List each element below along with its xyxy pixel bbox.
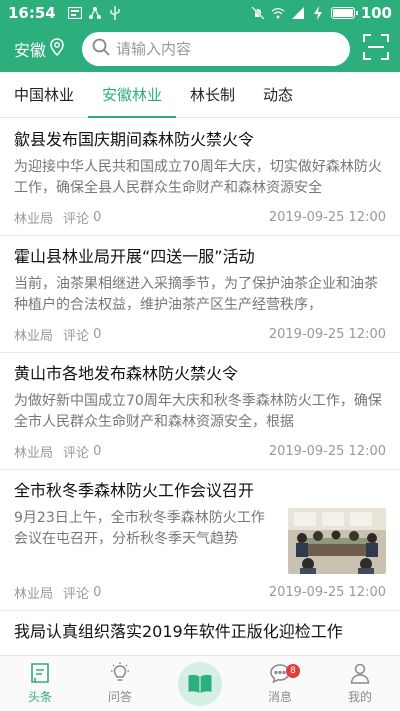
article-item[interactable]: 黄山市各地发布森林防火禁火令 为做好新中国成立70周年大庆和秋冬季森林防火工作，… [0, 353, 400, 470]
nav-label: 问答 [107, 690, 132, 704]
category-tabs: 中国林业 安徽林业 林长制 动态 [0, 72, 400, 118]
comment-count: 0 [93, 209, 102, 225]
book-icon [178, 661, 222, 706]
article-source: 林业局 [14, 328, 54, 344]
nav-messages[interactable]: 8 消息 [240, 656, 320, 711]
location-selector[interactable]: 安徽 [14, 37, 76, 61]
article-source: 林业局 [14, 586, 54, 602]
comment-count: 0 [93, 584, 102, 600]
tab-label: 中国林业 [14, 86, 75, 104]
nav-label: 消息 [267, 690, 292, 704]
unread-badge: 8 [286, 664, 300, 678]
status-bar: 16:54 100 [0, 0, 400, 26]
tab-news[interactable]: 动态 [249, 72, 307, 117]
article-time: 2019-09-25 12:00 [268, 326, 386, 342]
comment-label: 评论 [63, 328, 90, 344]
nav-label: 我的 [347, 690, 372, 704]
comment-count: 0 [93, 326, 102, 342]
article-summary: 为迎接中华人民共和国成立70周年大庆，切实做好森林防火工作，确保全县人民群众生命… [14, 159, 382, 196]
article-feed[interactable]: 歙县发布国庆期间森林防火禁火令 为迎接中华人民共和国成立70周年大庆，切实做好森… [0, 119, 400, 655]
mute-icon [250, 6, 265, 20]
tab-label: 安徽林业 [102, 86, 163, 104]
article-time: 2019-09-25 12:00 [268, 443, 386, 459]
tab-label: 林长制 [190, 86, 236, 104]
wifi-icon [271, 6, 285, 20]
location-label: 安徽 [14, 41, 47, 60]
scan-button[interactable] [362, 34, 390, 64]
article-title: 我局认真组织落实2019年软件正版化迎检工作 [14, 622, 343, 641]
battery-fill [332, 9, 353, 17]
article-time: 2019-09-25 12:00 [268, 584, 386, 600]
status-time: 16:54 [8, 4, 56, 22]
article-item[interactable]: 全市秋冬季森林防火工作会议召开 9月23日上午，全市秋冬季森林防火工作会议在屯召… [0, 470, 400, 611]
tab-china-forestry[interactable]: 中国林业 [0, 72, 88, 117]
search-icon [92, 38, 110, 60]
signal-icon [291, 6, 305, 20]
comment-label: 评论 [63, 586, 90, 602]
search-header: 安徽 [0, 26, 400, 72]
article-summary: 9月23日上午，全市秋冬季森林防火工作会议在屯召开，分析秋冬季天气趋势 [14, 510, 265, 547]
share-icon [88, 6, 102, 20]
comment-label: 评论 [63, 445, 90, 461]
user-icon [348, 661, 372, 685]
article-item[interactable]: 霍山县林业局开展“四送一服”活动 当前，油茶果相继进入采摘季节，为了保护油茶企业… [0, 236, 400, 353]
article-item[interactable]: 我局认真组织落实2019年软件正版化迎检工作 [0, 611, 400, 643]
article-title: 歙县发布国庆期间森林防火禁火令 [14, 130, 255, 149]
lightbulb-icon [108, 661, 132, 685]
nav-profile[interactable]: 我的 [320, 656, 400, 711]
tab-forest-chief[interactable]: 林长制 [176, 72, 249, 117]
scan-icon [363, 34, 389, 64]
article-title: 黄山市各地发布森林防火禁火令 [14, 364, 239, 383]
article-title: 霍山县林业局开展“四送一服”活动 [14, 247, 255, 266]
comment-count: 0 [93, 443, 102, 459]
article-source: 林业局 [14, 211, 54, 227]
article-summary: 为做好新中国成立70周年大庆和秋冬季森林防火工作，确保全市人民群众生命财产和森林… [14, 393, 382, 430]
location-pin-icon [50, 38, 64, 60]
article-time: 2019-09-25 12:00 [268, 209, 386, 225]
article-thumbnail [288, 508, 386, 574]
tab-label: 动态 [263, 86, 294, 104]
article-source: 林业局 [14, 445, 54, 461]
headline-icon [28, 661, 52, 685]
usb-icon [108, 6, 122, 20]
tab-anhui-forestry[interactable]: 安徽林业 [88, 72, 177, 118]
battery-icon [330, 7, 358, 19]
comment-label: 评论 [63, 211, 90, 227]
nav-qa[interactable]: 问答 [80, 656, 160, 711]
charging-icon [311, 6, 325, 20]
app-notification-icon [67, 6, 82, 20]
article-summary: 当前，油茶果相继进入采摘季节，为了保护油茶企业和油茶种植户的合法权益，维护油茶产… [14, 276, 378, 313]
battery-percent: 100 [360, 4, 392, 22]
article-item[interactable]: 歙县发布国庆期间森林防火禁火令 为迎接中华人民共和国成立70周年大庆，切实做好森… [0, 119, 400, 236]
article-title: 全市秋冬季森林防火工作会议召开 [14, 481, 255, 500]
search-bar[interactable] [82, 32, 350, 66]
nav-headlines[interactable]: 头条 [0, 656, 80, 711]
nav-book[interactable] [160, 656, 240, 711]
search-input[interactable] [116, 40, 336, 58]
nav-label: 头条 [27, 690, 52, 704]
bottom-navigation: 头条 问答 8 消息 我的 [0, 655, 400, 711]
